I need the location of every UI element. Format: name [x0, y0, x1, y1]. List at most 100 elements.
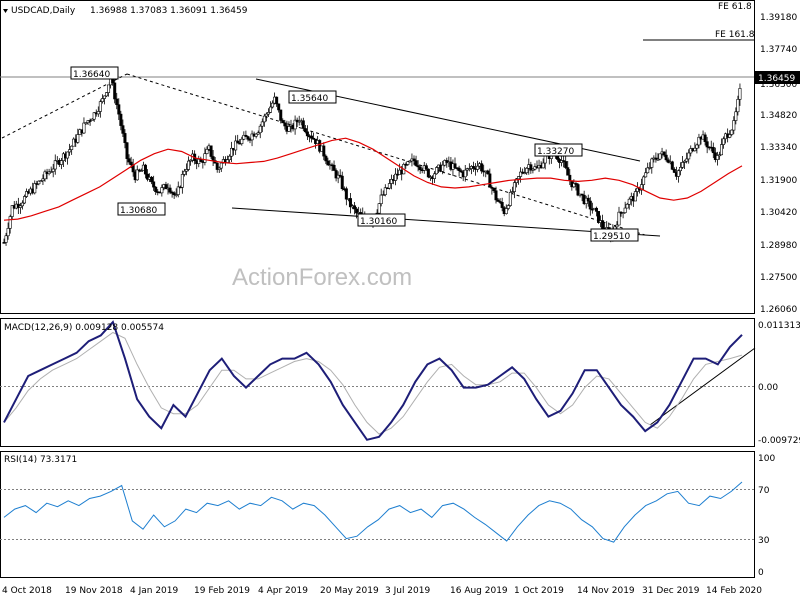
- candle-body: [664, 154, 668, 161]
- candle-body: [625, 203, 629, 209]
- candle-body: [33, 183, 37, 194]
- candle-body: [711, 147, 715, 154]
- candle-body: [125, 142, 129, 159]
- candle-body: [205, 149, 209, 154]
- candle-body: [734, 111, 738, 121]
- candle-body: [240, 138, 244, 145]
- candle-body: [594, 207, 598, 212]
- candle-body: [432, 173, 436, 179]
- candle-body: [672, 169, 676, 173]
- candle-body: [209, 145, 213, 157]
- candle-body: [480, 163, 484, 172]
- candle-body: [662, 151, 666, 156]
- candle-body: [678, 166, 682, 172]
- x-tick: 3 Jul 2019: [385, 586, 430, 596]
- x-tick: 31 Dec 2019: [642, 586, 700, 596]
- candle-body: [203, 153, 207, 163]
- macd-tick: 0.00: [758, 383, 778, 393]
- candle-body: [494, 190, 498, 201]
- rsi-tick: 0: [758, 568, 764, 578]
- candle-body: [736, 99, 740, 113]
- x-tick: 1 Oct 2019: [514, 586, 564, 596]
- candle-body: [500, 202, 504, 208]
- candle-body: [506, 205, 510, 209]
- candle-body: [119, 113, 123, 126]
- candle-body: [211, 156, 215, 161]
- macd-tick: -0.009729: [758, 436, 800, 446]
- candle-body: [268, 106, 272, 113]
- annotation-label: 1.35640: [291, 94, 328, 104]
- x-tick: 19 Nov 2018: [65, 586, 123, 596]
- candle-body: [105, 92, 109, 97]
- candle-body: [154, 186, 158, 193]
- candle-body: [695, 144, 699, 149]
- candle-body: [301, 120, 305, 129]
- candle-body: [121, 125, 125, 134]
- candle-body: [279, 109, 283, 121]
- candle-body: [76, 134, 80, 143]
- candle-body: [705, 141, 709, 148]
- candle-body: [117, 104, 121, 115]
- candle-body: [377, 203, 381, 214]
- macd-label: MACD(12,26,9) 0.009128 0.005574: [4, 323, 164, 333]
- candle-body: [504, 208, 508, 214]
- candle-body: [732, 120, 736, 131]
- candle-body: [344, 188, 348, 200]
- candle-body: [576, 184, 580, 196]
- candle-body: [441, 164, 445, 172]
- candle-body: [100, 98, 104, 102]
- candle-body: [182, 170, 186, 175]
- candle-body: [676, 170, 680, 177]
- annotation-label: 1.33270: [537, 147, 574, 157]
- price-tick: 1.34820: [760, 111, 797, 121]
- candle-body: [236, 140, 240, 144]
- candle-body: [303, 128, 307, 133]
- price-tick: 1.26060: [760, 305, 797, 315]
- candle-body: [107, 84, 111, 93]
- candle-body: [152, 181, 156, 188]
- candle-body: [435, 167, 439, 175]
- candle-body: [98, 101, 102, 112]
- candle-body: [305, 131, 309, 137]
- x-tick: 19 Feb 2019: [194, 586, 250, 596]
- annotation-label: 1.30680: [120, 206, 157, 216]
- rsi-tick: 30: [758, 536, 770, 546]
- candle-body: [453, 163, 457, 168]
- candle-body: [102, 95, 106, 99]
- rsi-tick: 70: [758, 486, 770, 496]
- candle-body: [644, 172, 648, 178]
- chart-background: [0, 0, 800, 600]
- candle-body: [414, 160, 418, 166]
- candle-body: [96, 111, 100, 115]
- candle-body: [113, 82, 117, 100]
- x-tick: 4 Jan 2019: [130, 586, 178, 596]
- candle-body: [658, 153, 662, 160]
- candle-body: [703, 134, 707, 142]
- candle-body: [525, 168, 529, 174]
- candle-body: [168, 187, 172, 193]
- rsi-label: RSI(14) 73.3171: [4, 455, 77, 465]
- candle-body: [719, 144, 723, 156]
- candle-body: [51, 168, 55, 172]
- candle-body: [271, 102, 275, 108]
- candle-body: [8, 216, 12, 229]
- candle-body: [463, 169, 467, 178]
- fib-label: FE 61.8: [718, 2, 752, 12]
- candle-body: [379, 194, 383, 204]
- candle-body: [82, 122, 86, 134]
- candle-body: [457, 167, 461, 172]
- candle-body: [129, 161, 133, 166]
- candle-body: [488, 173, 492, 188]
- candle-body: [418, 166, 422, 171]
- candle-body: [681, 162, 685, 168]
- candle-body: [53, 160, 57, 170]
- candle-body: [219, 162, 223, 169]
- candle-body: [4, 235, 8, 243]
- candle-body: [260, 121, 264, 127]
- candle-body: [180, 174, 184, 188]
- x-tick: 16 Aug 2019: [450, 586, 508, 596]
- candle-body: [623, 207, 627, 213]
- candle-body: [492, 188, 496, 192]
- candle-body: [512, 182, 516, 192]
- candle-body: [160, 187, 164, 194]
